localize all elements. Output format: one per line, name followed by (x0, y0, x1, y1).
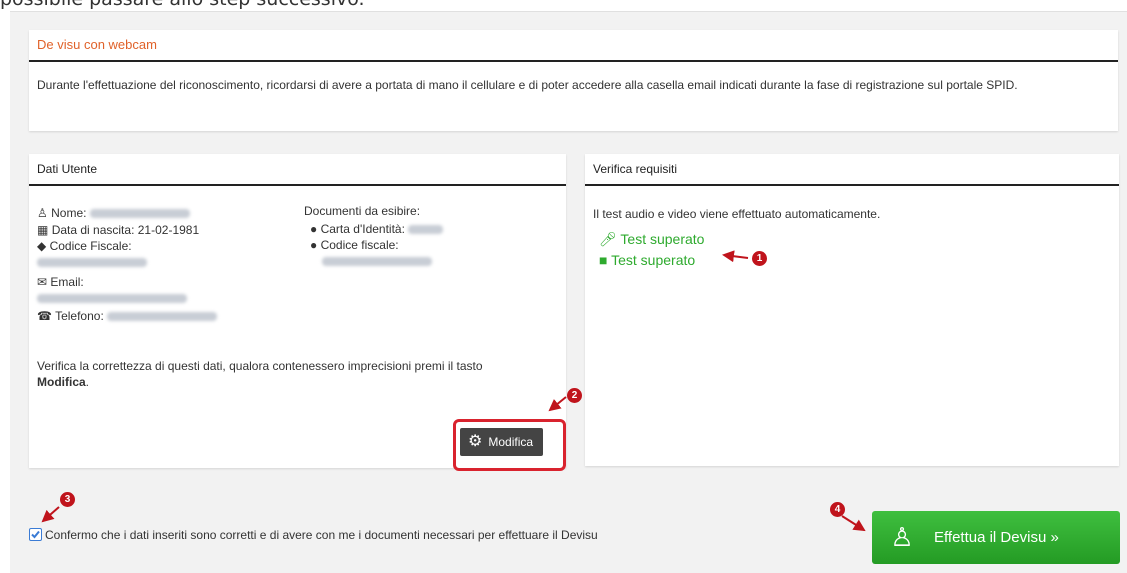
documents-title: Documenti da esibire: (304, 204, 421, 218)
confirm-label[interactable]: Confermo che i dati inseriti sono corret… (45, 527, 598, 543)
annotation-badge-3: 3 (60, 492, 75, 507)
annotation-badge-4: 4 (830, 502, 845, 517)
phone-row: ☎ Telefono: (37, 308, 297, 324)
verify-data-text: Verifica la correttezza di questi dati, … (37, 359, 483, 389)
doc-identity-value-blurred (408, 225, 444, 235)
birthdate-row: ▦ Data di nascita: 21-02-1981 (37, 223, 200, 237)
requirements-panel-title: Verifica requisiti (585, 154, 1119, 186)
doc-identity-row: ● Carta d'Identità: (304, 221, 554, 237)
email-value-blurred (37, 294, 187, 304)
email-row: ✉ Email: (37, 275, 84, 289)
top-instruction-text: possibile passare allo step successivo. (0, 0, 365, 10)
audio-test-status: 🎤︎ Test superato (599, 231, 705, 247)
requirements-info-text: Il test audio e video viene effettuato a… (593, 207, 881, 221)
phone-icon: ☎ (37, 309, 52, 323)
webcam-panel-title: De visu con webcam (29, 30, 1118, 62)
modify-button[interactable]: ⚙ Modifica (460, 428, 544, 456)
bullet-icon: ● (310, 222, 318, 236)
doc-cf-row: ● Codice fiscale: (310, 238, 399, 252)
checkmark-icon (31, 530, 40, 539)
webcam-panel-text: Durante l'effettuazione del riconoscimen… (37, 78, 1018, 92)
video-test-status: ■ Test superato (599, 252, 696, 268)
cf-row: ◆ Codice Fiscale: (37, 239, 132, 253)
requirements-panel: Verifica requisiti Il test audio e video… (585, 154, 1119, 466)
webcam-person-icon: ♙ (890, 522, 914, 552)
nome-row: ♙ Nome: (37, 205, 297, 221)
user-icon: ♙ (37, 206, 48, 220)
envelope-icon: ✉ (37, 275, 48, 289)
microphone-icon: 🎤︎ (599, 231, 617, 247)
nome-value-blurred (89, 209, 190, 219)
tag-icon: ◆ (37, 239, 47, 253)
webcam-info-panel: De visu con webcam Durante l'effettuazio… (29, 30, 1118, 131)
annotation-badge-2: 2 (567, 388, 582, 403)
gear-icon: ⚙ (468, 433, 483, 450)
user-data-panel: Dati Utente ♙ Nome: ▦ Data di nascita: 2… (29, 154, 566, 471)
annotation-badge-1: 1 (752, 251, 767, 266)
cf-value-blurred (37, 258, 147, 268)
video-camera-icon: ■ (599, 252, 608, 268)
bullet-icon: ● (310, 238, 318, 252)
user-panel-title: Dati Utente (29, 154, 566, 186)
phone-value-blurred (107, 312, 218, 322)
start-devisu-button[interactable]: ♙ Effettua il Devisu » (872, 511, 1120, 564)
calendar-icon: ▦ (37, 223, 49, 237)
confirm-checkbox[interactable] (29, 528, 42, 541)
doc-cf-value-blurred (322, 257, 432, 267)
